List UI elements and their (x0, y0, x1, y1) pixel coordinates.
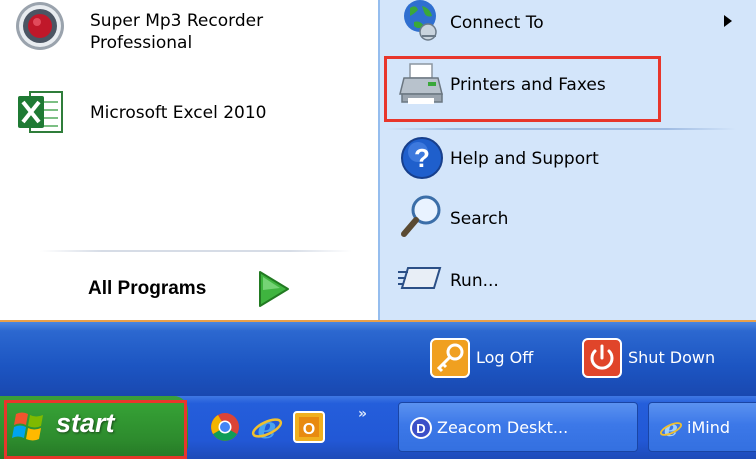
shut-down-label: Shut Down (628, 348, 716, 367)
log-off-button[interactable]: Log Off (430, 338, 560, 378)
shut-down-button[interactable]: Shut Down (582, 338, 752, 378)
run-label: Run... (450, 271, 499, 291)
search-label: Search (450, 209, 509, 229)
recorder-icon (16, 2, 64, 50)
submenu-arrow-icon (724, 15, 732, 27)
power-icon (582, 338, 622, 378)
printers-highlight-box (384, 56, 661, 122)
taskbar-button-imind[interactable]: e iMind (648, 402, 756, 452)
program-label: Microsoft Excel 2010 (90, 103, 267, 123)
menu-item-connect-to[interactable]: Connect To (380, 0, 740, 52)
start-menu-right-pane: Connect To Printers and Faxes ? Help and… (378, 0, 756, 320)
help-and-support-label: Help and Support (450, 149, 599, 169)
help-icon: ? (401, 137, 443, 179)
svg-text:?: ? (414, 143, 430, 173)
zeacom-label: Zeacom Deskt... (437, 418, 569, 437)
start-label: start (56, 408, 115, 438)
right-separator (386, 128, 736, 130)
menu-item-help-and-support[interactable]: ? Help and Support (380, 134, 740, 186)
green-arrow-icon (259, 271, 289, 307)
quick-launch-bar: e O » (208, 406, 378, 450)
chrome-icon[interactable] (208, 410, 242, 444)
outlook-icon[interactable]: O (292, 410, 326, 444)
search-icon (401, 195, 441, 237)
left-separator (40, 250, 352, 252)
program-super-mp3-recorder[interactable]: Super Mp3 Recorder Professional (0, 0, 378, 60)
quick-launch-overflow[interactable]: » (358, 406, 367, 422)
taskbar-button-zeacom[interactable]: D Zeacom Deskt... (398, 402, 638, 452)
zeacom-icon: D (410, 417, 432, 439)
program-label-line1: Super Mp3 Recorder (90, 11, 264, 31)
internet-explorer-icon: e (659, 416, 683, 440)
key-icon (430, 338, 470, 378)
all-programs-label: All Programs (88, 278, 207, 299)
start-menu-left-pane: Super Mp3 Recorder Professional Microsof… (0, 0, 378, 320)
menu-item-search[interactable]: Search (380, 192, 740, 244)
program-label-line2: Professional (90, 33, 193, 53)
svg-text:O: O (303, 421, 315, 438)
start-button[interactable]: start (0, 396, 188, 459)
start-menu-bottom-bar: Log Off Shut Down (0, 320, 756, 396)
connect-to-label: Connect To (450, 13, 544, 33)
svg-text:e: e (257, 411, 276, 444)
log-off-label: Log Off (476, 348, 534, 367)
menu-item-run[interactable]: Run... (380, 252, 740, 304)
internet-explorer-icon[interactable]: e (250, 410, 284, 444)
run-icon (398, 267, 442, 289)
imind-label: iMind (687, 418, 730, 437)
excel-icon (18, 91, 63, 133)
globe-network-icon (404, 0, 437, 41)
svg-text:D: D (416, 421, 425, 436)
all-programs-button[interactable]: All Programs (78, 262, 308, 318)
windows-logo-icon (12, 412, 43, 441)
program-microsoft-excel[interactable]: Microsoft Excel 2010 (0, 84, 378, 144)
taskbar: start e O » D Zeacom Deskt... e iMind (0, 396, 756, 459)
